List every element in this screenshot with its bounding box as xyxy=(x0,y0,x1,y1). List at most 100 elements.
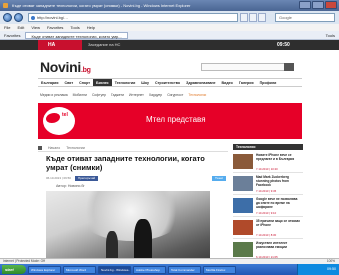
back-button[interactable] xyxy=(3,13,12,22)
window-title: Къде отиват западните технологии, когато… xyxy=(12,3,191,8)
search-input[interactable]: Google xyxy=(275,13,335,22)
photo-smoke xyxy=(76,191,186,241)
stop-icon[interactable] xyxy=(258,13,266,22)
nav-item[interactable]: Шоу xyxy=(138,79,152,86)
taskbar-button[interactable]: Windows Explorer xyxy=(28,265,61,274)
logo-suffix: .bg xyxy=(80,67,91,74)
sub-nav: Медии и реклама Мобилни Софтуер Гаджети … xyxy=(40,91,302,99)
minimize-button[interactable] xyxy=(299,1,311,9)
maximize-button[interactable] xyxy=(312,1,324,9)
start-button[interactable]: start xyxy=(2,265,26,274)
subnav-item[interactable]: Интернет xyxy=(129,91,144,99)
breadcrumb-item[interactable]: Начало xyxy=(48,146,60,151)
sidebar-item[interactable]: Google вече не позволява да спите по вре… xyxy=(233,196,303,217)
sidebar-item-title[interactable]: Google вече не позволява да спите по вре… xyxy=(256,197,302,209)
favorites-bar: Favorites Къде отиват западните технолог… xyxy=(0,31,339,40)
menu-bar: File Edit View Favorites Tools Help xyxy=(0,24,339,31)
subnav-item-highlight[interactable]: Технологии xyxy=(188,91,206,99)
taskbar: start Windows Explorer Microsoft Word No… xyxy=(0,264,339,275)
sidebar-thumb[interactable] xyxy=(233,198,253,213)
subnav-item[interactable]: Софтуер xyxy=(92,91,106,99)
facebook-share-button[interactable]: Препоръчай xyxy=(74,176,99,181)
favorites-button[interactable]: Favorites xyxy=(4,31,20,39)
sidebar-item-title[interactable]: Изкуствен интелект разпознава емоции xyxy=(256,241,302,249)
url-buttons xyxy=(240,13,266,22)
tools-button[interactable]: Tools xyxy=(326,31,339,39)
menu-help[interactable]: Help xyxy=(87,24,95,31)
sidebar-item-title[interactable]: 35 причини защо се отказах от iPhone xyxy=(256,219,302,227)
sidebar-thumb[interactable] xyxy=(233,242,253,257)
article-byline: Автор: Новини.бг xyxy=(56,184,85,188)
sidebar-item[interactable]: Новите iPhone вече се предлагат и в Бълг… xyxy=(233,152,303,173)
nav-item[interactable]: Строителство xyxy=(152,79,183,86)
menu-tools[interactable]: Tools xyxy=(70,24,79,31)
article-column: Начало Технологии Къде отиват западните … xyxy=(38,144,230,264)
status-text: Internet | Protected Mode: Off xyxy=(3,259,45,263)
taskbar-button-active[interactable]: Novini.bg - Windows... xyxy=(98,265,131,274)
subnav-item[interactable]: Мобилни xyxy=(73,91,87,99)
sidebar-item-date: 7.10.2013 | 9:45 xyxy=(256,189,277,193)
subnav-item[interactable]: Медии и реклама xyxy=(40,91,68,99)
menu-favorites[interactable]: Favorites xyxy=(47,24,63,31)
taskbar-button[interactable]: Adobe Photoshop xyxy=(133,265,166,274)
nav-item[interactable]: Галерия xyxy=(236,79,257,86)
refresh-icon[interactable] xyxy=(249,13,257,22)
nav-item[interactable]: Видео xyxy=(219,79,236,86)
ad-banner[interactable]: tel Мтел представя xyxy=(38,103,302,139)
sidebar-item-title[interactable]: Mad Mark Zuckerberg stunning photos from… xyxy=(256,175,302,187)
forward-button[interactable] xyxy=(14,13,23,22)
banner-slogan: Мтел представя xyxy=(146,115,206,124)
ie-icon xyxy=(3,3,8,8)
sidebar-item-date: 7.10.2013 | 9:10 xyxy=(256,211,277,215)
subnav-item[interactable]: Сигурност xyxy=(167,91,183,99)
category-nav: България Свят Спорт Бизнес Технологии Шо… xyxy=(38,78,302,87)
live-badge[interactable]: НА ЖИВО xyxy=(38,40,82,58)
url-field[interactable]: http://novini.bg/… xyxy=(28,13,238,22)
sidebar-thumb[interactable] xyxy=(233,154,253,169)
article-photo[interactable] xyxy=(46,191,210,264)
breadcrumb-item[interactable]: Технологии xyxy=(66,146,85,151)
menu-view[interactable]: View xyxy=(31,24,40,31)
sidebar-item[interactable]: Mad Mark Zuckerberg stunning photos from… xyxy=(233,174,303,195)
address-bar: http://novini.bg/… Google xyxy=(0,11,339,24)
menu-edit[interactable]: Edit xyxy=(17,24,24,31)
compatibility-icon[interactable] xyxy=(240,13,248,22)
menu-file[interactable]: File xyxy=(4,24,10,31)
site-logo[interactable]: Novini.bg xyxy=(40,59,91,75)
site-clock: 09:50 xyxy=(277,42,290,48)
breadcrumb: Начало Технологии xyxy=(38,146,228,152)
nav-item[interactable]: Здравеопазване xyxy=(183,79,218,86)
nav-item-active[interactable]: Бизнес xyxy=(92,79,112,86)
site-search-button[interactable] xyxy=(284,63,294,71)
logo-text: Novini xyxy=(40,59,81,75)
subnav-item[interactable]: Гаджети xyxy=(111,91,124,99)
site-search-input[interactable] xyxy=(201,63,294,71)
nav-item[interactable]: Технологии xyxy=(112,79,139,86)
nav-item[interactable]: Свят xyxy=(61,79,76,86)
browser-tab[interactable]: Къде отиват западните технологии, когато… xyxy=(25,32,128,39)
nav-item[interactable]: България xyxy=(38,79,61,86)
subnav-item[interactable]: Хардуер xyxy=(149,91,162,99)
system-tray-clock[interactable]: 09:50 xyxy=(297,264,339,275)
article-meta: 06.10.2013 | 09:50 Препоръчай Tweet xyxy=(46,176,226,181)
home-icon[interactable] xyxy=(38,146,42,150)
taskbar-button[interactable]: Total Commander xyxy=(168,265,201,274)
nav-item[interactable]: Профили xyxy=(257,79,280,86)
taskbar-button[interactable]: Mozilla Firefox xyxy=(203,265,236,274)
nav-item[interactable]: Спорт xyxy=(76,79,93,86)
sidebar-item-title[interactable]: Новите iPhone вече се предлагат и в Бълг… xyxy=(256,153,302,161)
browser-window: Къде отиват западните технологии, когато… xyxy=(0,0,339,275)
sidebar-header: Технологии xyxy=(233,144,303,150)
taskbar-button[interactable]: Microsoft Word xyxy=(63,265,96,274)
live-headline[interactable]: Заседание на НС xyxy=(88,40,120,50)
url-text: http://novini.bg/… xyxy=(37,15,69,20)
sidebar-thumb[interactable] xyxy=(233,220,253,235)
close-button[interactable] xyxy=(325,1,337,9)
sidebar-thumb[interactable] xyxy=(233,176,253,191)
sidebar-item[interactable]: 35 причини защо се отказах от iPhone 7.1… xyxy=(233,218,303,239)
article-date: 06.10.2013 | 09:50 xyxy=(46,176,71,180)
brand-row: Novini.bg xyxy=(0,50,339,80)
article-title: Къде отиват западните технологии, когато… xyxy=(46,154,205,172)
tweet-button[interactable]: Tweet xyxy=(211,176,226,181)
page-viewport: НА ЖИВО Заседание на НС 09:50 Novini.bg … xyxy=(0,40,339,264)
